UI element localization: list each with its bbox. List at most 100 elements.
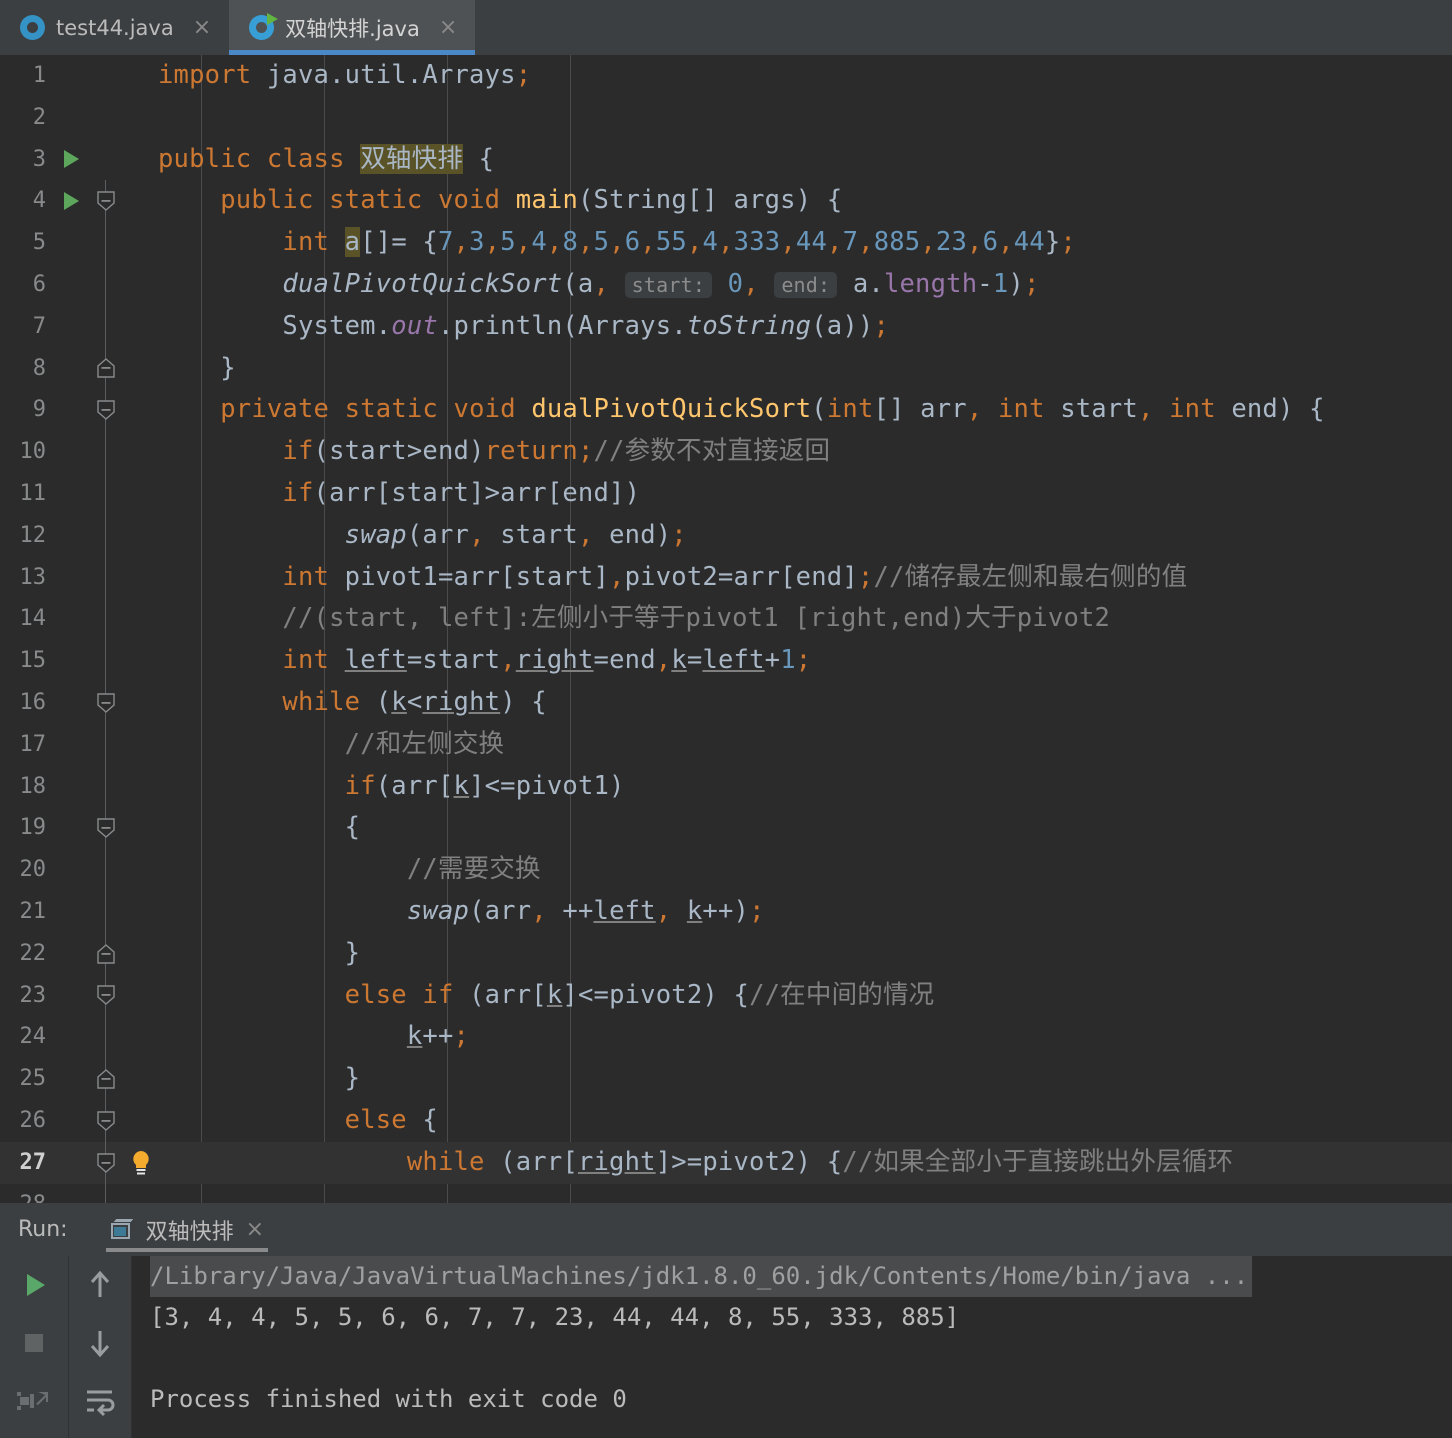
scroll-up-button[interactable]: [69, 1256, 131, 1314]
code-line[interactable]: 2: [0, 97, 1452, 139]
line-number: 16: [0, 682, 60, 724]
fold-gutter[interactable]: [88, 222, 124, 264]
line-number: 11: [0, 473, 60, 515]
run-toolbar-primary: [0, 1256, 69, 1438]
editor-tab-test44[interactable]: test44.java ×: [0, 0, 229, 55]
code-line[interactable]: 5 int a[]= {7,3,5,4,8,5,6,55,4,333,44,7,…: [0, 222, 1452, 264]
code-line[interactable]: 19 {: [0, 807, 1452, 849]
code-line[interactable]: 11 if(arr[start]>arr[end]): [0, 473, 1452, 515]
code-text: if(arr[k]<=pivot1): [158, 766, 625, 808]
code-line[interactable]: 10 if(start>end)return;//参数不对直接返回: [0, 431, 1452, 473]
fold-gutter[interactable]: [88, 264, 124, 306]
code-line[interactable]: 8 }: [0, 348, 1452, 390]
code-line[interactable]: 13 int pivot1=arr[start],pivot2=arr[end]…: [0, 557, 1452, 599]
code-line[interactable]: 25 }: [0, 1058, 1452, 1100]
code-line[interactable]: 3public class 双轴快排 {: [0, 139, 1452, 181]
code-line[interactable]: 7 System.out.println(Arrays.toString(a))…: [0, 306, 1452, 348]
editor-tab-shuangzhoukuaipai[interactable]: 双轴快排.java ×: [229, 0, 475, 55]
debug-icon: [16, 1384, 52, 1418]
code-line[interactable]: 16 while (k<right) {: [0, 682, 1452, 724]
fold-marker[interactable]: [97, 818, 115, 838]
code-line[interactable]: 14 //(start, left]:左侧小于等于pivot1 [right,e…: [0, 598, 1452, 640]
code-editor[interactable]: 1import java.util.Arrays;23public class …: [0, 55, 1452, 1203]
code-line[interactable]: 17 //和左侧交换: [0, 724, 1452, 766]
fold-marker[interactable]: [97, 1153, 115, 1173]
run-console[interactable]: /Library/Java/JavaVirtualMachines/jdk1.8…: [132, 1256, 1452, 1438]
fold-gutter[interactable]: [88, 766, 124, 808]
fold-gutter[interactable]: [88, 473, 124, 515]
line-number: 27: [0, 1142, 60, 1184]
code-line[interactable]: 9 private static void dualPivotQuickSort…: [0, 389, 1452, 431]
rerun-button[interactable]: [0, 1256, 68, 1314]
fold-gutter[interactable]: [88, 1016, 124, 1058]
fold-marker[interactable]: [97, 358, 115, 378]
code-text: k++;: [158, 1016, 469, 1058]
fold-marker[interactable]: [97, 1069, 115, 1089]
fold-marker[interactable]: [97, 1111, 115, 1131]
code-text: if(start>end)return;//参数不对直接返回: [158, 431, 830, 473]
line-number: 25: [0, 1058, 60, 1100]
code-line[interactable]: 26 else {: [0, 1100, 1452, 1142]
code-line[interactable]: 18 if(arr[k]<=pivot1): [0, 766, 1452, 808]
fold-gutter[interactable]: [88, 724, 124, 766]
fold-gutter[interactable]: [88, 1142, 124, 1184]
code-text: else {: [158, 1100, 438, 1142]
fold-marker[interactable]: [97, 693, 115, 713]
line-number: 9: [0, 389, 60, 431]
code-text: if(arr[start]>arr[end]): [158, 473, 640, 515]
fold-gutter[interactable]: [88, 849, 124, 891]
fold-gutter[interactable]: [88, 1184, 124, 1203]
fold-gutter[interactable]: [88, 807, 124, 849]
close-icon[interactable]: ×: [439, 17, 457, 39]
play-icon: [64, 192, 79, 210]
code-line[interactable]: 1import java.util.Arrays;: [0, 55, 1452, 97]
fold-gutter[interactable]: [88, 682, 124, 724]
code-line[interactable]: 6 dualPivotQuickSort(a, start: 0, end: a…: [0, 264, 1452, 306]
code-line[interactable]: 4 public static void main(String[] args)…: [0, 180, 1452, 222]
fold-marker[interactable]: [97, 191, 115, 211]
line-number: 17: [0, 724, 60, 766]
java-class-icon: [20, 15, 45, 40]
fold-gutter[interactable]: [88, 975, 124, 1017]
fold-gutter[interactable]: [88, 389, 124, 431]
fold-gutter[interactable]: [88, 515, 124, 557]
code-line[interactable]: 24 k++;: [0, 1016, 1452, 1058]
fold-gutter[interactable]: [88, 933, 124, 975]
fold-gutter[interactable]: [88, 640, 124, 682]
fold-gutter[interactable]: [88, 348, 124, 390]
line-number: 5: [0, 222, 60, 264]
fold-gutter[interactable]: [88, 557, 124, 599]
code-line[interactable]: 21 swap(arr, ++left, k++);: [0, 891, 1452, 933]
fold-gutter[interactable]: [88, 180, 124, 222]
code-text: else if (arr[k]<=pivot2) {//在中间的情况: [158, 975, 934, 1017]
code-line[interactable]: 15 int left=start,right=end,k=left+1;: [0, 640, 1452, 682]
stop-button[interactable]: [0, 1314, 68, 1372]
code-line[interactable]: 20 //需要交换: [0, 849, 1452, 891]
fold-gutter[interactable]: [88, 431, 124, 473]
code-text: int pivot1=arr[start],pivot2=arr[end];//…: [158, 557, 1187, 599]
fold-gutter[interactable]: [88, 1100, 124, 1142]
editor-tab-label: 双轴快排.java: [285, 13, 420, 43]
code-line[interactable]: 22 }: [0, 933, 1452, 975]
code-line[interactable]: 12 swap(arr, start, end);: [0, 515, 1452, 557]
close-icon[interactable]: ×: [246, 1217, 264, 1242]
close-icon[interactable]: ×: [193, 17, 211, 39]
fold-marker[interactable]: [97, 400, 115, 420]
line-number: 4: [0, 180, 60, 222]
run-config-tab[interactable]: 双轴快排 ×: [96, 1203, 278, 1256]
line-number: 19: [0, 807, 60, 849]
fold-gutter[interactable]: [88, 598, 124, 640]
code-line[interactable]: 27 while (arr[right]>=pivot2) {//如果全部小于直…: [0, 1142, 1452, 1184]
fold-gutter[interactable]: [88, 891, 124, 933]
fold-gutter[interactable]: [88, 306, 124, 348]
code-line[interactable]: 28: [0, 1184, 1452, 1203]
scroll-down-button[interactable]: [69, 1314, 131, 1372]
code-text: }: [158, 348, 236, 390]
fold-marker[interactable]: [97, 944, 115, 964]
code-text: //和左侧交换: [158, 724, 504, 766]
soft-wrap-button[interactable]: [69, 1372, 131, 1430]
fold-marker[interactable]: [97, 985, 115, 1005]
dump-threads-button[interactable]: [0, 1372, 68, 1430]
fold-gutter[interactable]: [88, 1058, 124, 1100]
code-line[interactable]: 23 else if (arr[k]<=pivot2) {//在中间的情况: [0, 975, 1452, 1017]
